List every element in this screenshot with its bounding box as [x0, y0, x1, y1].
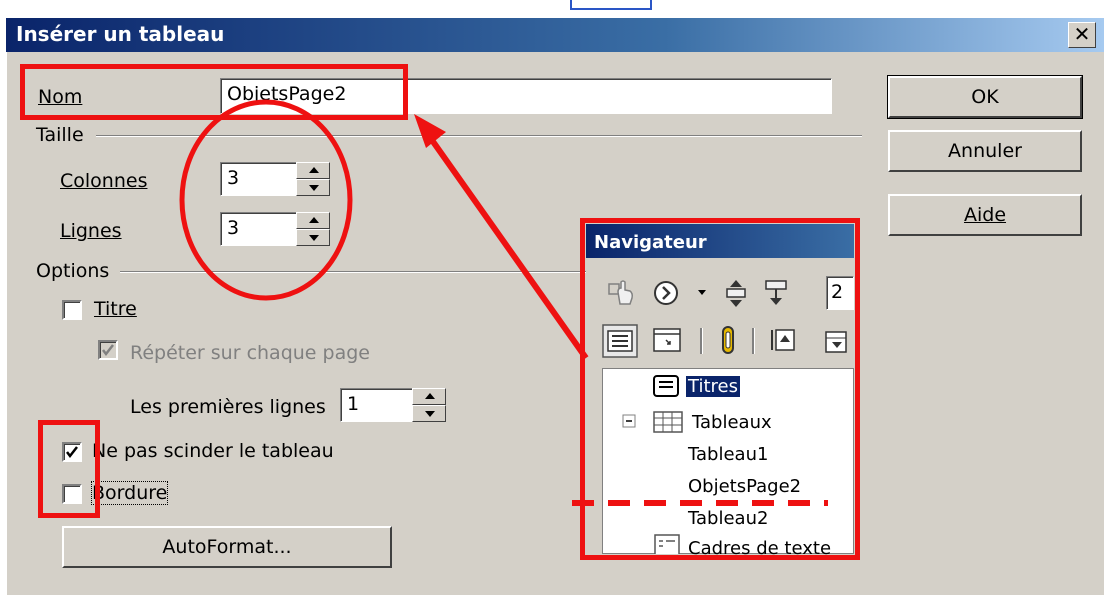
ok-button[interactable]: OK: [887, 75, 1083, 119]
first-rows-spin-input[interactable]: 1: [340, 388, 416, 422]
rows-label: Lignes: [60, 220, 122, 242]
repeat-checkbox[interactable]: [98, 340, 118, 360]
title-checkbox-text: Titre: [94, 298, 137, 320]
help-button-text: Aide: [963, 204, 1007, 226]
annotation-checkbox-box: [38, 420, 100, 518]
options-group-label: Options: [36, 260, 110, 282]
close-icon: ✕: [1073, 22, 1091, 46]
help-button[interactable]: Aide: [888, 194, 1082, 236]
top-strip: [0, 0, 1106, 18]
columns-label: Colonnes: [60, 170, 147, 192]
annotation-circle: [179, 99, 353, 301]
rows-label-text: Lignes: [60, 220, 122, 242]
check-icon: [102, 344, 114, 357]
first-rows-label: Les premières lignes: [130, 396, 326, 418]
first-rows-spin-buttons[interactable]: [412, 388, 446, 422]
annotation-dashed-line: [572, 500, 828, 506]
autoformat-button[interactable]: AutoFormat...: [62, 526, 392, 568]
arrow-down-icon: [425, 411, 435, 417]
arrow-up-icon: [425, 393, 435, 399]
annotation-shapes: [179, 99, 589, 360]
title-checkbox[interactable]: [62, 300, 82, 320]
no-split-label: Ne pas scinder le tableau: [92, 440, 334, 462]
title-checkbox-label: Titre: [94, 298, 137, 320]
close-button[interactable]: ✕: [1068, 22, 1096, 48]
columns-label-text: Colonnes: [60, 170, 148, 192]
cancel-button[interactable]: Annuler: [888, 130, 1082, 172]
annotation-arrow-line: [419, 124, 589, 360]
dialog-title: Insérer un tableau: [16, 22, 225, 46]
border-label: Bordure: [90, 481, 169, 505]
annotation-arrowhead: [414, 114, 446, 148]
first-rows-up-button[interactable]: [412, 388, 446, 405]
size-group-label: Taille: [36, 124, 84, 146]
first-rows-down-button[interactable]: [412, 405, 446, 422]
top-link-fragment: [570, 0, 652, 10]
